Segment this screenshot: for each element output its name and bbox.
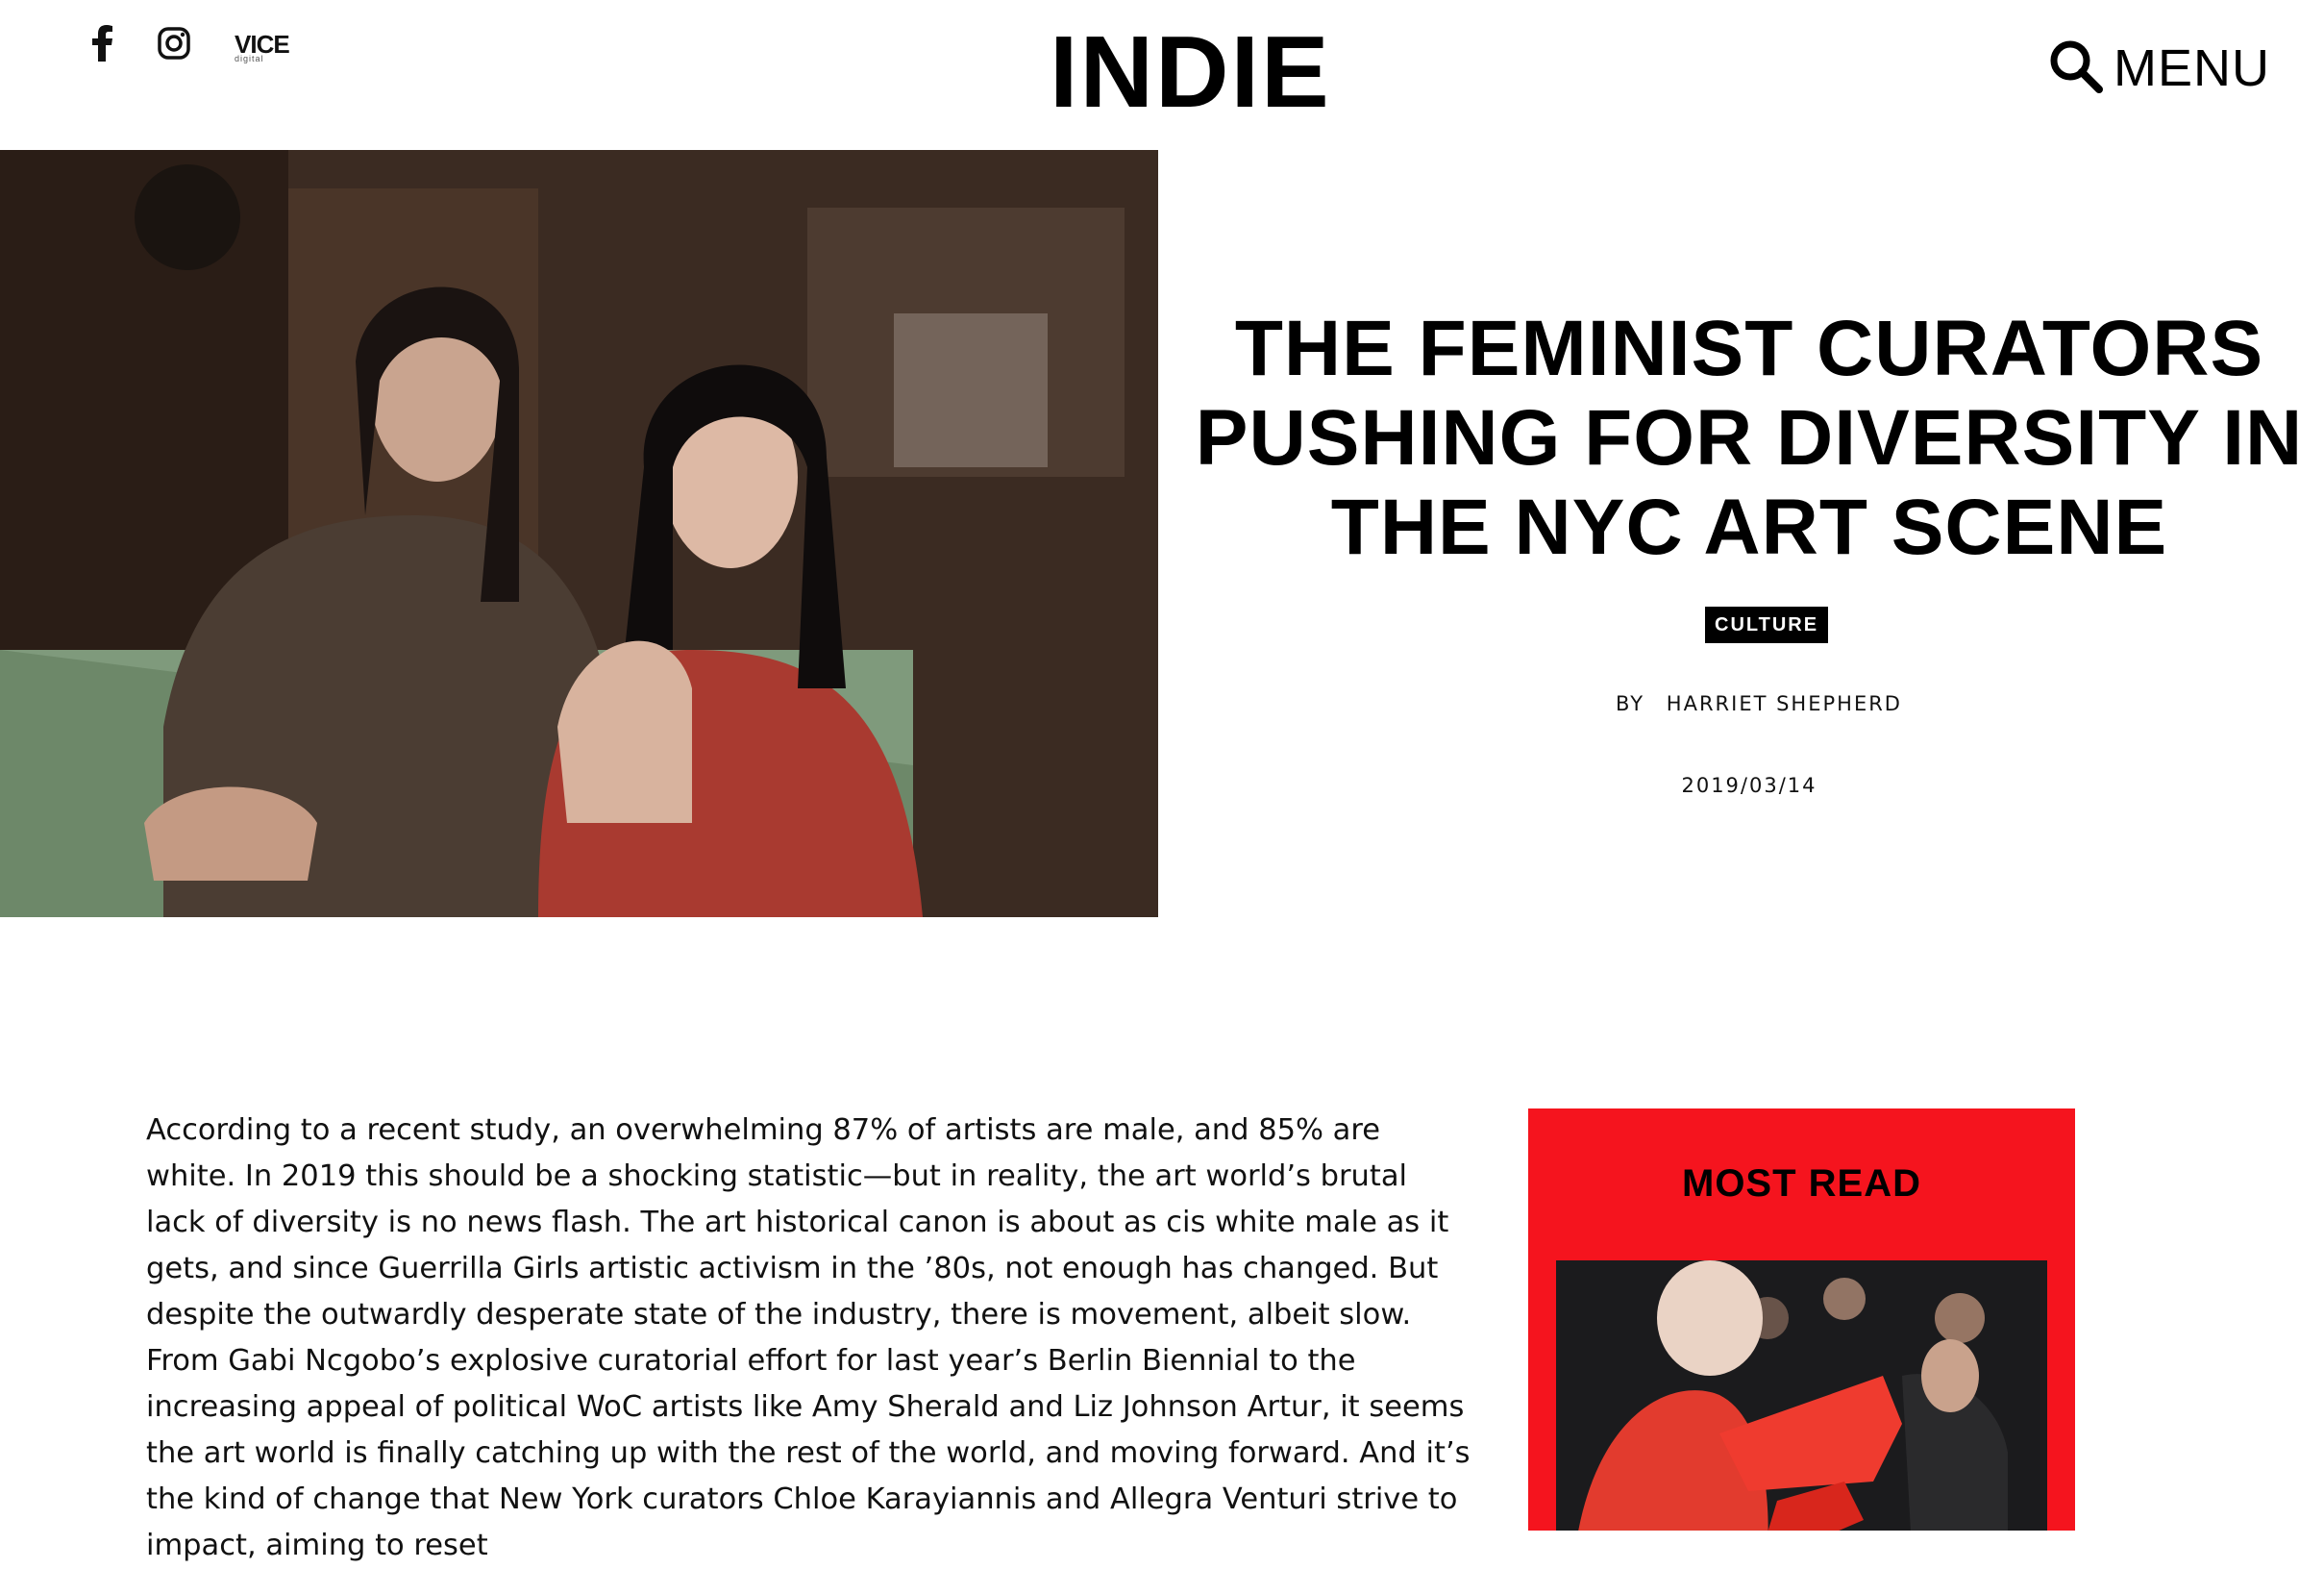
byline-by-label: BY xyxy=(1616,692,1645,715)
article-body: According to a recent study, an overwhel… xyxy=(146,1113,1471,1562)
byline: BY HARRIET SHEPHERD xyxy=(1519,692,1999,715)
publish-date: 2019/03/14 xyxy=(1681,774,1817,797)
search-icon[interactable] xyxy=(2048,38,2104,98)
article-headline: THE FEMINIST CURATORS PUSHING FOR DIVERS… xyxy=(1195,305,2304,571)
author-link[interactable]: HARRIET SHEPHERD xyxy=(1667,692,1902,715)
site-logo[interactable]: INDIE xyxy=(1050,21,1329,123)
hero-image xyxy=(0,150,1158,917)
social-links: VICE digital xyxy=(92,25,290,65)
facebook-icon[interactable] xyxy=(92,25,113,65)
site-header: VICE digital INDIE MENU xyxy=(0,0,2324,150)
instagram-icon[interactable] xyxy=(158,27,190,63)
category-tag[interactable]: CULTURE xyxy=(1705,607,1829,643)
vice-icon[interactable]: VICE digital xyxy=(235,32,290,63)
most-read-title: MOST READ xyxy=(1682,1162,1921,1205)
menu-bar: MENU xyxy=(2048,38,2270,98)
menu-button[interactable]: MENU xyxy=(2114,38,2270,98)
most-read-panel: MOST READ xyxy=(1528,1108,2075,1531)
most-read-thumbnail[interactable] xyxy=(1556,1260,2047,1531)
